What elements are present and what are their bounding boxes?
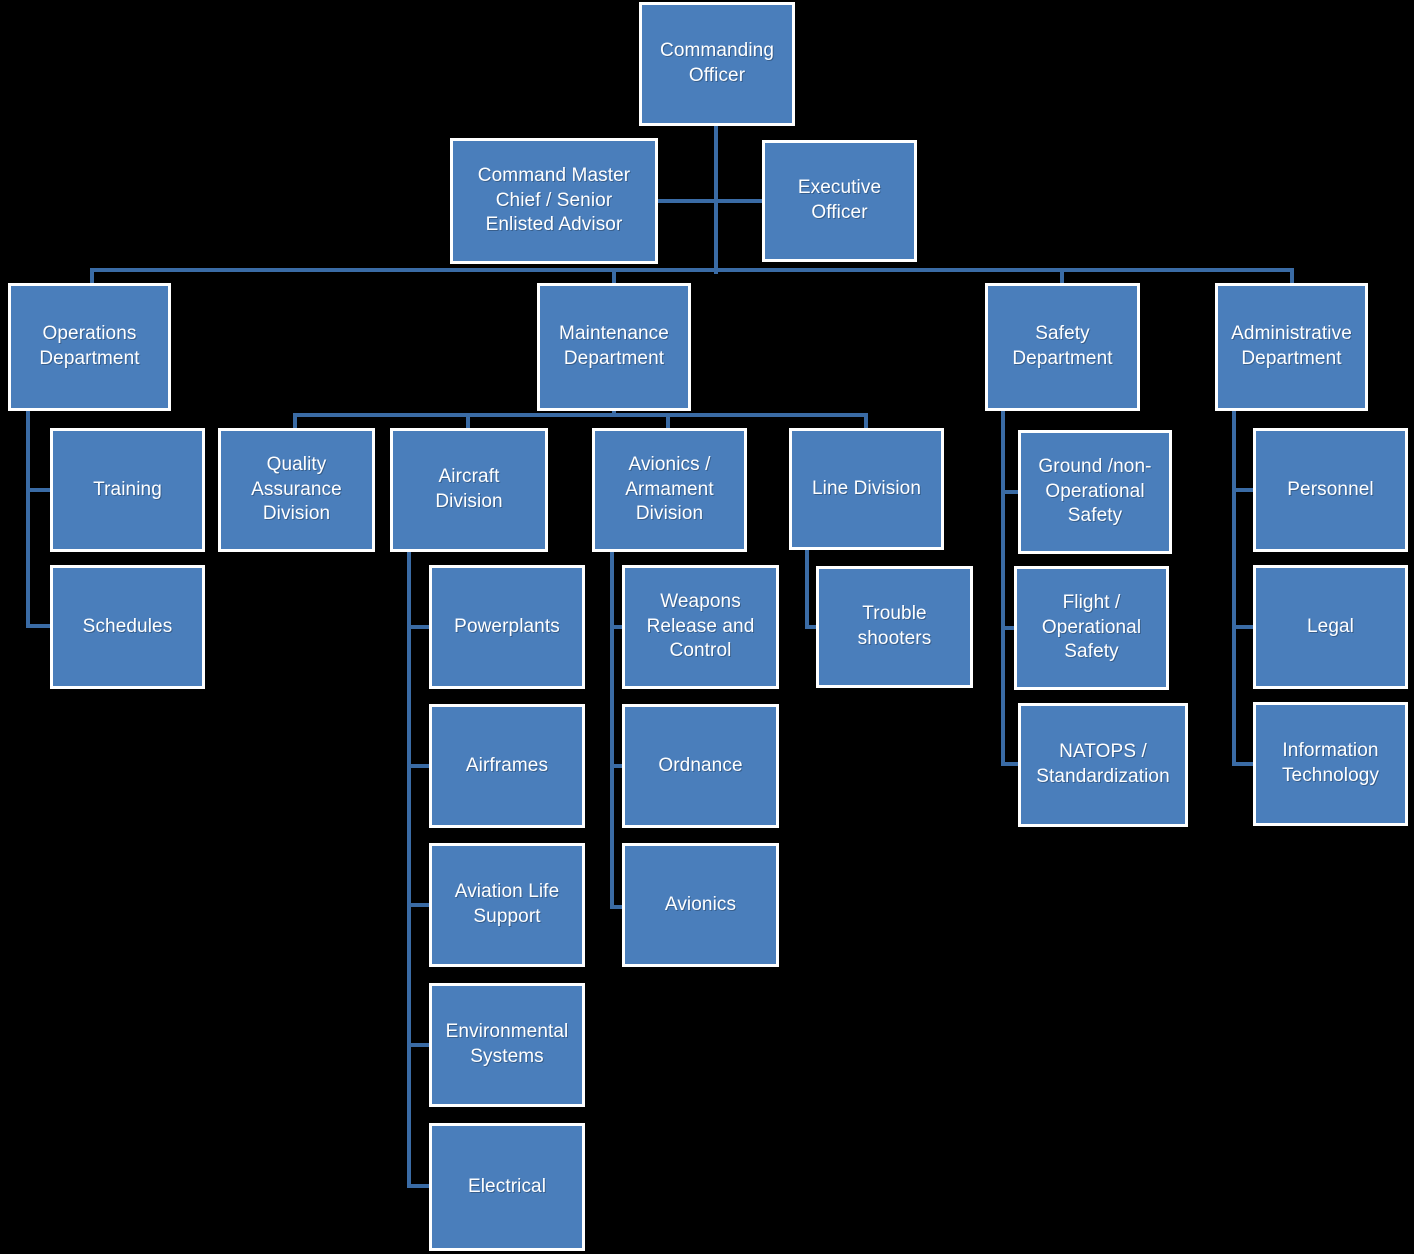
org-node-quality-assurance-division[interactable]: Quality Assurance Division xyxy=(218,428,375,552)
org-node-avionics-armament-division[interactable]: Avionics / Armament Division xyxy=(592,428,747,552)
org-node-label-quality-assurance-division: Quality Assurance Division xyxy=(251,453,342,525)
org-node-label-commanding-officer: Commanding Officer xyxy=(660,40,774,86)
org-node-label-executive-officer: Executive Officer xyxy=(797,177,882,223)
org-node-label-schedules: Schedules xyxy=(82,615,173,637)
org-node-label-aviation-life-support: Aviation Life Support xyxy=(454,881,560,927)
org-node-label-avionics: Avionics xyxy=(664,893,737,915)
org-node-powerplants[interactable]: Powerplants xyxy=(429,565,585,689)
connector-safety-stem-vertical xyxy=(1001,411,1005,766)
org-node-flight-operational-safety[interactable]: Flight / Operational Safety xyxy=(1014,566,1169,690)
org-node-natops-standardization[interactable]: NATOPS / Standardization xyxy=(1018,703,1188,827)
org-node-label-avionics-armament-division: Avionics / Armament Division xyxy=(625,453,714,525)
connector-ops-stem-vertical xyxy=(26,411,30,628)
org-node-weapons-release-and-control[interactable]: Weapons Release and Control xyxy=(622,565,779,689)
org-node-label-command-master-chief: Command Master Chief / Senior Enlisted A… xyxy=(477,164,631,236)
connector-admin-stem-vertical xyxy=(1232,411,1236,765)
org-node-label-line-division: Line Division xyxy=(811,477,922,499)
org-node-label-safety-department: Safety Department xyxy=(1012,323,1113,369)
org-node-airframes[interactable]: Airframes xyxy=(429,704,585,828)
org-node-aircraft-division[interactable]: Aircraft Division xyxy=(390,428,548,552)
org-node-label-legal: Legal xyxy=(1307,615,1354,637)
org-node-ordnance[interactable]: Ordnance xyxy=(622,704,779,828)
org-node-label-information-technology: Information Technology xyxy=(1281,740,1380,786)
org-node-commanding-officer[interactable]: Commanding Officer xyxy=(639,2,795,126)
org-node-label-training: Training xyxy=(93,478,162,500)
org-node-label-ground-non-operational-safety: Ground /non- Operational Safety xyxy=(1038,455,1152,527)
org-node-label-airframes: Airframes xyxy=(465,754,549,776)
org-node-training[interactable]: Training xyxy=(50,428,205,552)
org-node-electrical[interactable]: Electrical xyxy=(429,1123,585,1251)
org-node-label-personnel: Personnel xyxy=(1287,478,1374,500)
connector-avarm-stem-vertical xyxy=(610,552,614,909)
org-node-line-division[interactable]: Line Division xyxy=(789,428,944,550)
org-node-aviation-life-support[interactable]: Aviation Life Support xyxy=(429,843,585,967)
org-node-administrative-department[interactable]: Administrative Department xyxy=(1215,283,1368,411)
org-node-safety-department[interactable]: Safety Department xyxy=(985,283,1140,411)
org-node-label-trouble-shooters: Trouble shooters xyxy=(857,603,932,649)
org-node-personnel[interactable]: Personnel xyxy=(1253,428,1408,552)
org-node-environmental-systems[interactable]: Environmental Systems xyxy=(429,983,585,1107)
org-node-schedules[interactable]: Schedules xyxy=(50,565,205,689)
org-node-label-powerplants: Powerplants xyxy=(454,615,560,637)
org-chart-canvas: Commanding Officer Command Master Chief /… xyxy=(0,0,1414,1254)
connector-maint-bus-horizontal xyxy=(293,413,868,417)
connector-cmc-xo-crossbar xyxy=(656,199,764,203)
org-node-label-ordnance: Ordnance xyxy=(658,754,743,776)
org-node-executive-officer[interactable]: Executive Officer xyxy=(762,140,917,262)
org-node-ground-non-operational-safety[interactable]: Ground /non- Operational Safety xyxy=(1018,430,1172,554)
org-node-label-maintenance-department: Maintenance Department xyxy=(559,323,669,369)
org-node-command-master-chief[interactable]: Command Master Chief / Senior Enlisted A… xyxy=(450,138,658,264)
org-node-label-administrative-department: Administrative Department xyxy=(1231,323,1352,369)
org-node-label-natops-standardization: NATOPS / Standardization xyxy=(1036,741,1170,787)
connector-aircraft-stem-vertical xyxy=(407,552,411,1188)
org-node-label-weapons-release-and-control: Weapons Release and Control xyxy=(646,590,755,662)
connector-dept-bus-horizontal xyxy=(90,268,1294,272)
org-node-label-aircraft-division: Aircraft Division xyxy=(435,466,503,512)
org-node-label-operations-department: Operations Department xyxy=(39,323,140,369)
org-node-information-technology[interactable]: Information Technology xyxy=(1253,702,1408,826)
connector-line-stem-vertical xyxy=(805,550,809,629)
org-node-label-flight-operational-safety: Flight / Operational Safety xyxy=(1041,591,1142,663)
org-node-avionics[interactable]: Avionics xyxy=(622,843,779,967)
org-node-label-electrical: Electrical xyxy=(467,1175,547,1197)
org-node-trouble-shooters[interactable]: Trouble shooters xyxy=(816,566,973,688)
org-node-maintenance-department[interactable]: Maintenance Department xyxy=(537,283,691,411)
org-node-label-environmental-systems: Environmental Systems xyxy=(445,1021,569,1067)
org-node-legal[interactable]: Legal xyxy=(1253,565,1408,689)
org-node-operations-department[interactable]: Operations Department xyxy=(8,283,171,411)
